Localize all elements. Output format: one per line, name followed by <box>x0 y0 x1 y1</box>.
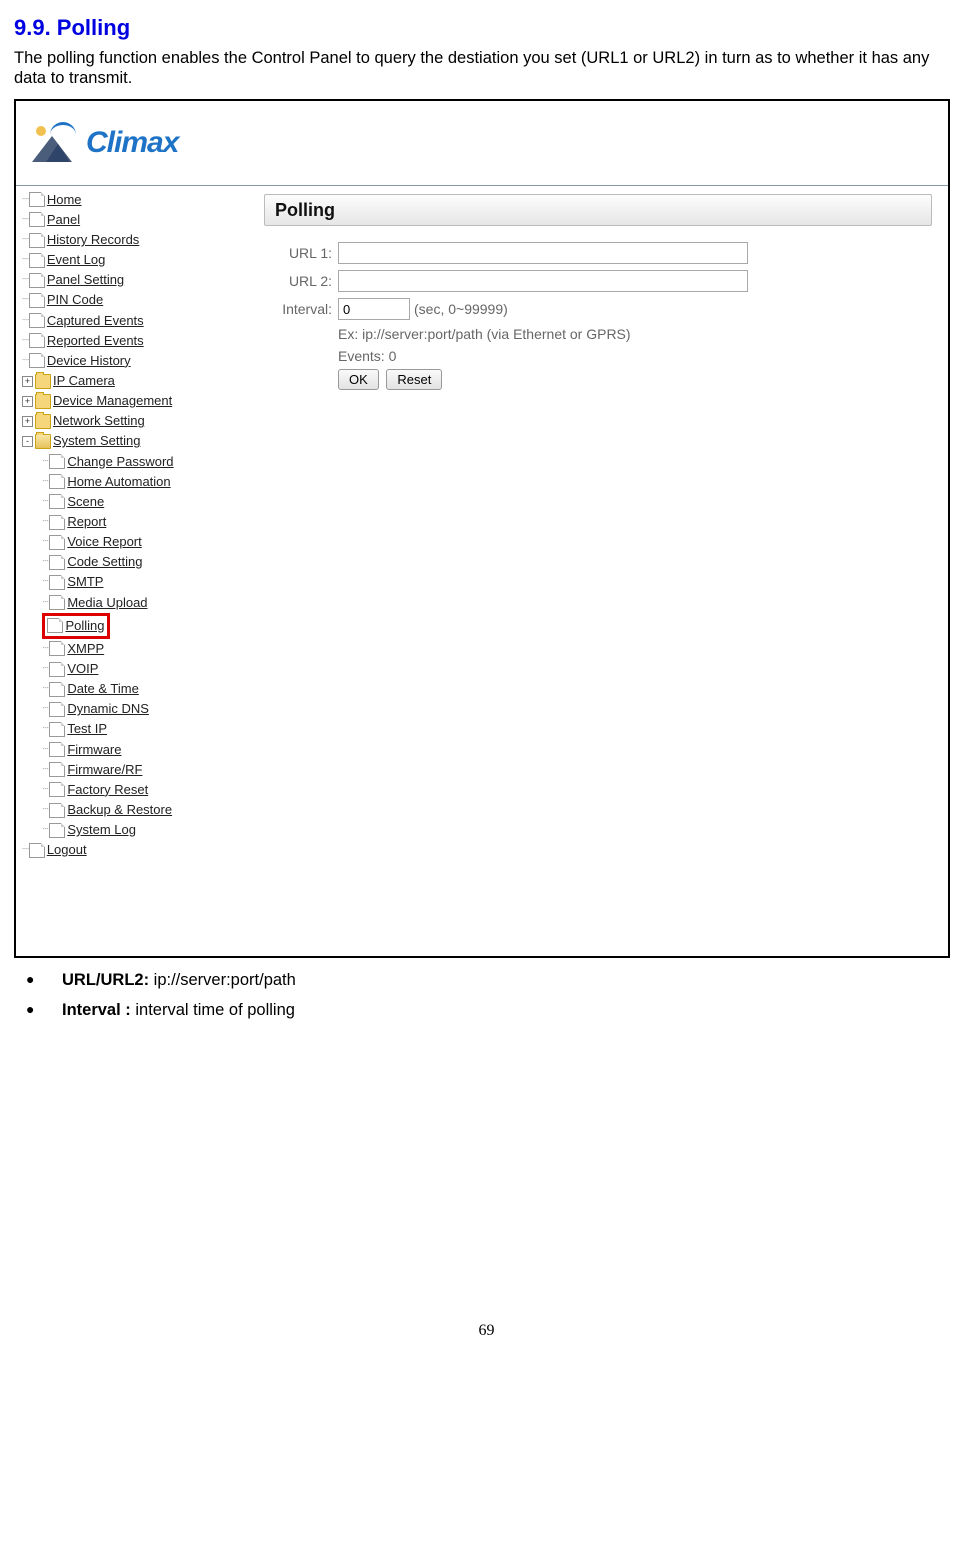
logo-text: Climax <box>86 124 178 162</box>
nav-dynamic-dns[interactable]: Dynamic DNS <box>67 699 149 719</box>
page-icon <box>49 722 65 737</box>
logo: Climax <box>32 124 178 162</box>
page-icon <box>49 702 65 717</box>
nav-voice-report[interactable]: Voice Report <box>67 532 141 552</box>
nav-tree: ┈Home ┈Panel ┈History Records ┈Event Log… <box>16 186 248 956</box>
page-icon <box>47 618 63 633</box>
logo-icon <box>32 124 76 162</box>
interval-label: Interval: <box>264 301 338 319</box>
nav-factory-reset[interactable]: Factory Reset <box>67 780 148 800</box>
banner: Climax <box>16 101 948 186</box>
page-icon <box>29 333 45 348</box>
page-icon <box>29 843 45 858</box>
nav-xmpp[interactable]: XMPP <box>67 639 104 659</box>
nav-home-automation[interactable]: Home Automation <box>67 472 170 492</box>
interval-input[interactable] <box>338 298 410 320</box>
content-pane: Polling URL 1: URL 2: Interval: (sec, 0~… <box>248 186 948 956</box>
url1-label: URL 1: <box>264 245 338 263</box>
page-icon <box>49 742 65 757</box>
nav-firmware[interactable]: Firmware <box>67 740 121 760</box>
expand-icon[interactable]: + <box>22 376 33 387</box>
nav-ip-camera[interactable]: IP Camera <box>53 371 115 391</box>
bullet-list: URL/URL2: ip://server:port/path Interval… <box>14 970 959 1021</box>
expand-icon[interactable]: + <box>22 396 33 407</box>
page-icon <box>29 212 45 227</box>
page-icon <box>49 515 65 530</box>
page-icon <box>49 823 65 838</box>
section-title: 9.9. Polling <box>14 14 959 42</box>
page-icon <box>49 641 65 656</box>
nav-reported-events[interactable]: Reported Events <box>47 331 144 351</box>
nav-test-ip[interactable]: Test IP <box>67 719 107 739</box>
url1-input[interactable] <box>338 242 748 264</box>
nav-system-setting[interactable]: System Setting <box>53 431 140 451</box>
page-icon <box>49 494 65 509</box>
reset-button[interactable]: Reset <box>386 369 442 390</box>
nav-code-setting[interactable]: Code Setting <box>67 552 142 572</box>
nav-media-upload[interactable]: Media Upload <box>67 593 147 613</box>
page-icon <box>29 313 45 328</box>
example-text: Ex: ip://server:port/path (via Ethernet … <box>338 326 932 344</box>
page-icon <box>29 273 45 288</box>
nav-firmware-rf[interactable]: Firmware/RF <box>67 760 142 780</box>
expand-icon[interactable]: + <box>22 416 33 427</box>
page-icon <box>29 233 45 248</box>
intro-paragraph: The polling function enables the Control… <box>14 48 959 89</box>
page-icon <box>49 762 65 777</box>
url2-label: URL 2: <box>264 273 338 291</box>
page-icon <box>49 535 65 550</box>
events-text: Events: 0 <box>338 348 932 366</box>
url2-input[interactable] <box>338 270 748 292</box>
nav-smtp[interactable]: SMTP <box>67 572 103 592</box>
folder-icon <box>35 374 51 389</box>
folder-open-icon <box>35 434 51 449</box>
nav-home[interactable]: Home <box>47 190 82 210</box>
nav-logout[interactable]: Logout <box>47 840 87 860</box>
nav-system-log[interactable]: System Log <box>67 820 136 840</box>
nav-panel[interactable]: Panel <box>47 210 80 230</box>
nav-device-history[interactable]: Device History <box>47 351 131 371</box>
nav-pin-code[interactable]: PIN Code <box>47 290 103 310</box>
nav-backup-restore[interactable]: Backup & Restore <box>67 800 172 820</box>
page-icon <box>29 353 45 368</box>
nav-device-management[interactable]: Device Management <box>53 391 172 411</box>
nav-voip[interactable]: VOIP <box>67 659 98 679</box>
nav-panel-setting[interactable]: Panel Setting <box>47 270 124 290</box>
nav-report[interactable]: Report <box>67 512 106 532</box>
folder-icon <box>35 414 51 429</box>
page-icon <box>49 555 65 570</box>
page-icon <box>29 293 45 308</box>
nav-event-log[interactable]: Event Log <box>47 250 106 270</box>
interval-hint: (sec, 0~99999) <box>414 301 508 319</box>
folder-icon <box>35 394 51 409</box>
panel-title: Polling <box>264 194 932 227</box>
nav-captured-events[interactable]: Captured Events <box>47 311 144 331</box>
page-icon <box>29 253 45 268</box>
nav-network-setting[interactable]: Network Setting <box>53 411 145 431</box>
page-icon <box>29 192 45 207</box>
page-icon <box>49 662 65 677</box>
page-icon <box>49 454 65 469</box>
collapse-icon[interactable]: - <box>22 436 33 447</box>
page-icon <box>49 803 65 818</box>
nav-polling[interactable]: Polling <box>65 616 104 636</box>
nav-history-records[interactable]: History Records <box>47 230 139 250</box>
ok-button[interactable]: OK <box>338 369 379 390</box>
nav-change-password[interactable]: Change Password <box>67 452 173 472</box>
page-icon <box>49 575 65 590</box>
screenshot-frame: Climax ┈Home ┈Panel ┈History Records ┈Ev… <box>14 99 950 958</box>
nav-scene[interactable]: Scene <box>67 492 104 512</box>
page-icon <box>49 595 65 610</box>
page-number: 69 <box>14 1321 959 1341</box>
page-icon <box>49 474 65 489</box>
page-icon <box>49 682 65 697</box>
bullet-url: URL/URL2: ip://server:port/path <box>14 970 959 991</box>
nav-polling-highlight: Polling <box>42 613 109 639</box>
nav-date-time[interactable]: Date & Time <box>67 679 139 699</box>
bullet-interval: Interval : interval time of polling <box>14 1000 959 1021</box>
page-icon <box>49 782 65 797</box>
